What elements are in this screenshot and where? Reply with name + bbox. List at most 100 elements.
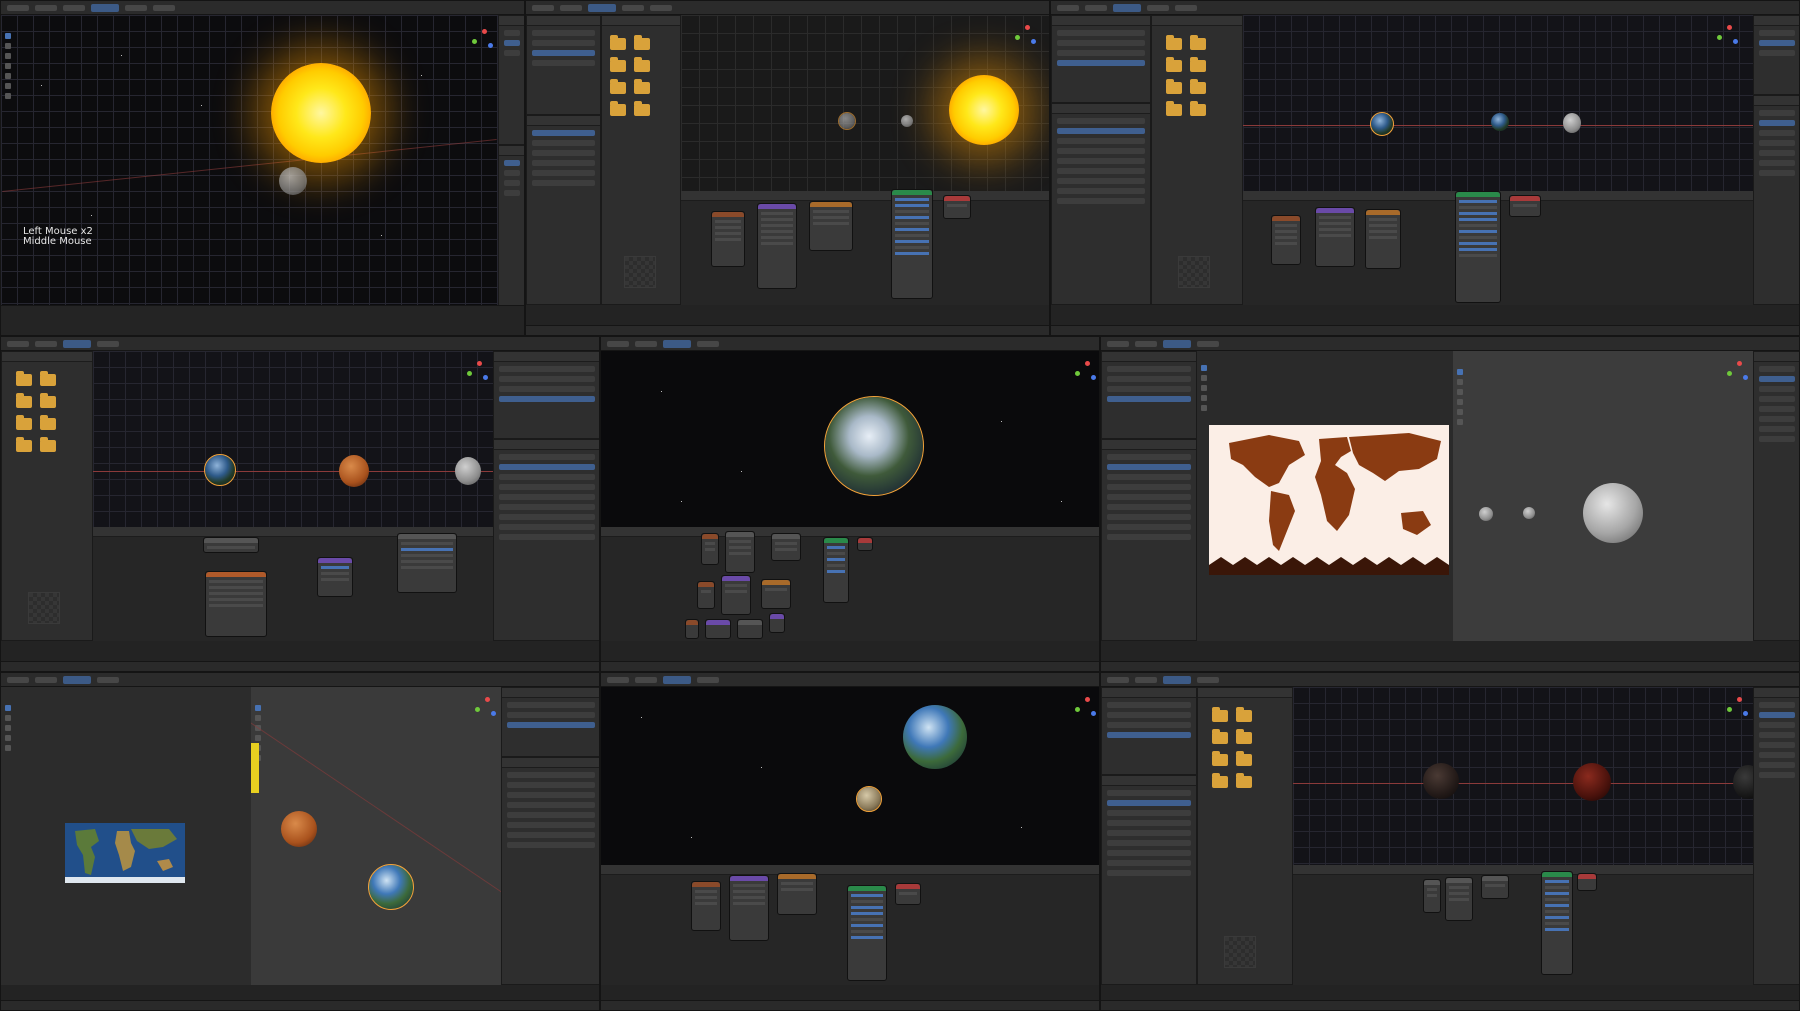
moon-sphere[interactable]: [838, 112, 856, 130]
properties-panel[interactable]: [498, 145, 524, 307]
earth-map-image[interactable]: [65, 823, 185, 883]
noise-node[interactable]: [705, 619, 731, 639]
folder-icon[interactable]: [1236, 751, 1252, 766]
select-tool-icon[interactable]: [5, 705, 11, 711]
file-browser[interactable]: [1197, 687, 1293, 985]
select-tool-icon[interactable]: [5, 33, 11, 39]
planet-sphere[interactable]: [1573, 763, 1611, 801]
clone-tool-icon[interactable]: [1201, 385, 1207, 391]
shader-node-editor[interactable]: [1243, 191, 1753, 305]
bump-node[interactable]: [721, 575, 751, 615]
texture-node[interactable]: [1423, 879, 1441, 913]
mix-node[interactable]: [317, 557, 353, 597]
right-properties[interactable]: [1753, 351, 1799, 641]
texture-node[interactable]: [685, 619, 699, 639]
folder-icon[interactable]: [634, 35, 650, 50]
math-node[interactable]: [737, 619, 763, 639]
properties-panel[interactable]: [1101, 439, 1197, 641]
timeline[interactable]: [1, 305, 524, 335]
3d-viewport[interactable]: [601, 687, 1099, 865]
outliner[interactable]: [1101, 687, 1197, 775]
image-editor[interactable]: [1, 687, 251, 985]
texture-coordinate-node[interactable]: [203, 537, 259, 553]
folder-icon[interactable]: [634, 57, 650, 72]
right-properties[interactable]: [1753, 95, 1799, 305]
mapping-node[interactable]: [1315, 207, 1355, 267]
folder-icon[interactable]: [634, 79, 650, 94]
folder-icon[interactable]: [634, 101, 650, 116]
planet-sphere[interactable]: [1491, 113, 1509, 131]
folder-icon[interactable]: [610, 35, 626, 50]
transform-tool-icon[interactable]: [5, 73, 11, 79]
principled-bsdf-node[interactable]: [1541, 871, 1573, 975]
move-tool-icon[interactable]: [5, 43, 11, 49]
color-ramp-node[interactable]: [1365, 209, 1401, 269]
mapping-node[interactable]: [757, 203, 797, 289]
select-tool-icon[interactable]: [1457, 369, 1463, 375]
planet-sphere[interactable]: [1733, 765, 1753, 799]
sun-sphere[interactable]: [949, 75, 1019, 145]
3d-viewport[interactable]: [93, 351, 493, 527]
scale-tool-icon[interactable]: [255, 735, 261, 741]
material-output-node[interactable]: [857, 537, 873, 551]
texture-node[interactable]: [691, 881, 721, 931]
folder-icon[interactable]: [1166, 35, 1182, 50]
move-tool-icon[interactable]: [1457, 379, 1463, 385]
folder-icon[interactable]: [1212, 773, 1228, 788]
folder-icon[interactable]: [1190, 101, 1206, 116]
image-editor[interactable]: [1197, 351, 1453, 641]
file-browser[interactable]: [601, 15, 681, 305]
shader-node-editor[interactable]: [1293, 865, 1753, 985]
planet-sphere[interactable]: [1423, 763, 1459, 799]
properties-panel[interactable]: [526, 115, 601, 305]
folder-icon[interactable]: [1212, 729, 1228, 744]
material-output-node[interactable]: [1577, 873, 1597, 891]
principled-bsdf-node[interactable]: [847, 885, 887, 981]
rotate-tool-icon[interactable]: [5, 53, 11, 59]
mars-sphere[interactable]: [281, 811, 317, 847]
earth-sphere[interactable]: [903, 705, 967, 769]
outliner[interactable]: [1051, 15, 1151, 103]
sphere-large[interactable]: [1583, 483, 1643, 543]
folder-icon[interactable]: [40, 393, 56, 408]
material-output-node[interactable]: [1509, 195, 1541, 217]
sphere-small-1[interactable]: [1479, 507, 1493, 521]
folder-icon[interactable]: [16, 393, 32, 408]
properties-panel[interactable]: [501, 757, 599, 985]
planet-sphere[interactable]: [901, 115, 913, 127]
folder-icon[interactable]: [40, 415, 56, 430]
shader-node-editor[interactable]: [601, 527, 1099, 641]
axis-gizmo-icon[interactable]: [1727, 697, 1749, 719]
3d-viewport[interactable]: Left Mouse x2 Middle Mouse: [1, 15, 498, 307]
file-browser[interactable]: [1151, 15, 1243, 305]
mask-tool-icon[interactable]: [1201, 405, 1207, 411]
scale-tool-icon[interactable]: [5, 735, 11, 741]
measure-tool-icon[interactable]: [5, 93, 11, 99]
axis-gizmo-icon[interactable]: [1015, 25, 1037, 47]
folder-icon[interactable]: [1212, 707, 1228, 722]
scale-tool-icon[interactable]: [5, 63, 11, 69]
axis-gizmo-icon[interactable]: [472, 29, 494, 51]
axis-gizmo-icon[interactable]: [1075, 697, 1097, 719]
folder-icon[interactable]: [16, 415, 32, 430]
earth-sphere[interactable]: [1370, 112, 1394, 136]
material-output-node[interactable]: [943, 195, 971, 219]
color-ramp-node[interactable]: [777, 873, 817, 915]
3d-viewport[interactable]: [251, 687, 501, 985]
earth-sphere[interactable]: [368, 864, 414, 910]
folder-icon[interactable]: [1190, 35, 1206, 50]
folder-icon[interactable]: [16, 371, 32, 386]
planet-sphere[interactable]: [279, 167, 307, 195]
axis-gizmo-icon[interactable]: [1727, 361, 1749, 383]
color-ramp-node[interactable]: [771, 533, 801, 561]
outliner[interactable]: [501, 687, 599, 757]
axis-gizmo-icon[interactable]: [1717, 25, 1739, 47]
axis-gizmo-icon[interactable]: [467, 361, 489, 383]
shader-node-editor[interactable]: [601, 865, 1099, 985]
moon-sphere[interactable]: [1563, 113, 1581, 133]
3d-viewport[interactable]: [1243, 15, 1753, 191]
rotate-tool-icon[interactable]: [5, 725, 11, 731]
material-output-node[interactable]: [895, 883, 921, 905]
color-ramp-node[interactable]: [809, 201, 853, 251]
folder-icon[interactable]: [16, 437, 32, 452]
